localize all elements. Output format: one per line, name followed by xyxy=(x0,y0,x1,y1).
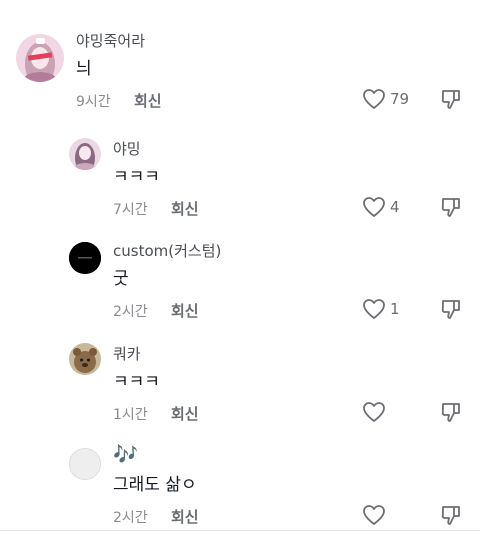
comment-text: ㅋㅋㅋ xyxy=(113,372,160,392)
avatar[interactable] xyxy=(16,34,64,82)
girl-photo-avatar-icon xyxy=(69,138,101,170)
dislike-button[interactable] xyxy=(440,298,462,324)
like-button[interactable] xyxy=(362,401,390,423)
avatar[interactable] xyxy=(69,343,101,375)
comment-time: 2시간 xyxy=(113,304,148,320)
comment-username[interactable]: 🎶 xyxy=(113,442,138,466)
avatar[interactable] xyxy=(69,448,101,480)
reply-comment-item: 쿼카 ㅋㅋㅋ 1시간 회신 xyxy=(0,333,480,436)
comment-text: 늬 xyxy=(76,59,92,79)
comment-username[interactable]: custom(커스텀) xyxy=(113,240,221,261)
reply-comment-item: 야밍 ㅋㅋㅋ 7시간 회신 4 xyxy=(0,120,480,230)
comment-username[interactable]: 쿼카 xyxy=(113,343,141,364)
divider xyxy=(0,530,480,531)
comment-username[interactable]: 야밍죽어라 xyxy=(76,30,145,51)
heart-outline-icon xyxy=(363,89,385,109)
comment-item: 야밍죽어라 늬 9시간 회신 79 xyxy=(0,0,480,120)
reply-button[interactable]: 회신 xyxy=(171,506,199,527)
thumbs-down-icon xyxy=(441,90,460,109)
comment-time: 2시간 xyxy=(113,510,148,526)
like-button[interactable]: 4 xyxy=(362,196,400,218)
comment-text: ㅋㅋㅋ xyxy=(113,167,160,187)
black-logo-avatar-icon xyxy=(69,242,101,274)
like-button[interactable]: 1 xyxy=(362,298,400,320)
reply-button[interactable]: 회신 xyxy=(171,300,199,321)
dislike-button[interactable] xyxy=(440,88,462,114)
reply-comment-item: 🎶 그래도 삶ㅇ 2시간 회신 xyxy=(0,436,480,536)
dislike-button[interactable] xyxy=(440,196,462,222)
comment-time: 7시간 xyxy=(113,202,148,218)
dislike-button[interactable] xyxy=(440,504,462,530)
comment-username[interactable]: 야밍 xyxy=(113,138,141,159)
heart-outline-icon xyxy=(363,402,385,422)
reply-button[interactable]: 회신 xyxy=(171,198,199,219)
thumbs-down-icon xyxy=(441,403,460,422)
heart-outline-icon xyxy=(363,505,385,525)
comment-text: 그래도 삶ㅇ xyxy=(113,475,197,495)
comment-text: 굿 xyxy=(113,269,129,289)
comment-time: 1시간 xyxy=(113,407,148,423)
like-count: 4 xyxy=(390,198,400,216)
comment-time: 9시간 xyxy=(76,94,111,110)
thumbs-down-icon xyxy=(441,198,460,217)
girl-photo-avatar-icon xyxy=(16,34,64,82)
avatar[interactable] xyxy=(69,242,101,274)
avatar[interactable] xyxy=(69,138,101,170)
dislike-button[interactable] xyxy=(440,401,462,427)
reply-comment-item: custom(커스텀) 굿 2시간 회신 1 xyxy=(0,230,480,333)
like-button[interactable]: 79 xyxy=(362,88,409,110)
reply-button[interactable]: 회신 xyxy=(134,90,162,111)
thumbs-down-icon xyxy=(441,300,460,319)
reply-button[interactable]: 회신 xyxy=(171,403,199,424)
heart-outline-icon xyxy=(363,197,385,217)
like-count: 1 xyxy=(390,300,400,318)
quokka-avatar-icon xyxy=(69,343,101,375)
like-button[interactable] xyxy=(362,504,390,526)
like-count: 79 xyxy=(390,90,410,108)
thumbs-down-icon xyxy=(441,506,460,525)
heart-outline-icon xyxy=(363,299,385,319)
default-avatar-icon xyxy=(70,449,100,479)
